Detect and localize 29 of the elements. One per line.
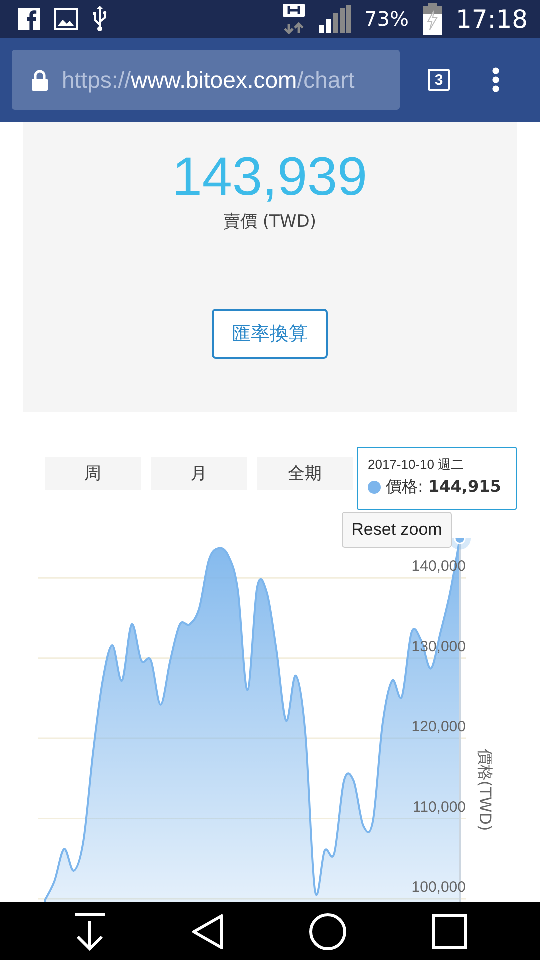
tab-count-button[interactable]: 3 <box>428 69 450 91</box>
range-button[interactable]: 月 <box>151 457 247 490</box>
sell-price: 143,939 <box>172 146 368 209</box>
image-icon <box>54 8 78 30</box>
home-icon[interactable] <box>308 913 346 951</box>
range-button[interactable]: 周 <box>45 457 141 490</box>
reset-zoom-button[interactable]: Reset zoom <box>342 512 452 548</box>
network-type-icon <box>282 4 304 34</box>
axis-label: 100,000 <box>412 879 466 896</box>
recents-icon[interactable] <box>432 914 468 950</box>
usb-icon <box>92 5 108 33</box>
axis-label: 120,000 <box>412 718 466 736</box>
battery-percent: 73% <box>364 7 409 31</box>
signal-icon <box>318 5 350 33</box>
back-icon[interactable] <box>192 914 224 950</box>
tooltip-date: 2017-10-10 週二 <box>368 456 466 474</box>
facebook-icon <box>18 8 40 30</box>
clock: 17:18 <box>456 4 528 34</box>
currency-convert-button[interactable]: 匯率換算 <box>212 309 328 359</box>
axis-label: 110,000 <box>412 798 466 816</box>
lock-icon <box>32 70 48 90</box>
price-caption: 賣價 (TWD) <box>224 211 316 233</box>
axis-title: 價格(TWD) <box>476 748 495 832</box>
range-button[interactable]: 全期 <box>257 457 353 490</box>
url-field[interactable]: https://www.bitoex.com/chart <box>12 50 400 110</box>
tooltip-value: 價格: 144,915 <box>386 477 502 498</box>
battery-charging-icon <box>422 3 442 35</box>
menu-icon[interactable] <box>492 67 500 93</box>
download-icon[interactable] <box>72 913 106 951</box>
